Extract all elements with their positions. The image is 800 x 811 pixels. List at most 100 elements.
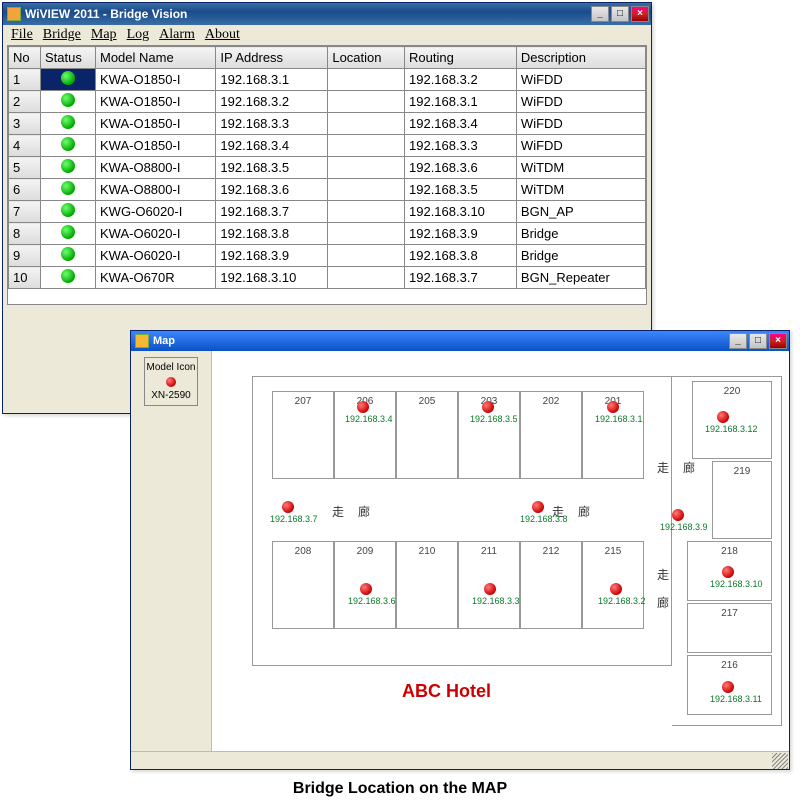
menu-about[interactable]: About [201, 27, 244, 43]
cell-model: KWA-O670R [96, 267, 216, 289]
table-row[interactable]: 3KWA-O1850-I192.168.3.3192.168.3.4WiFDD [9, 113, 646, 135]
cell-no: 6 [9, 179, 41, 201]
cell-location [328, 201, 405, 223]
cell-model: KWA-O8800-I [96, 179, 216, 201]
cell-description: WiTDM [516, 179, 645, 201]
bridge-node-icon[interactable] [672, 509, 684, 521]
status-online-icon [61, 71, 75, 85]
bridge-node-icon[interactable] [357, 401, 369, 413]
map-minimize-button[interactable]: _ [729, 333, 747, 349]
cell-routing: 192.168.3.2 [405, 69, 517, 91]
cell-model: KWA-O1850-I [96, 113, 216, 135]
bridge-node-icon[interactable] [607, 401, 619, 413]
room[interactable]: 220 [692, 381, 772, 459]
cell-routing: 192.168.3.3 [405, 135, 517, 157]
cell-no: 4 [9, 135, 41, 157]
map-canvas[interactable]: 走廊 走廊 走廊 走廊 ABC Hotel 207206205203202201… [211, 351, 789, 751]
cell-ip: 192.168.3.2 [216, 91, 328, 113]
table-row[interactable]: 8KWA-O6020-I192.168.3.8192.168.3.9Bridge [9, 223, 646, 245]
room[interactable]: 217 [687, 603, 772, 653]
table-row[interactable]: 2KWA-O1850-I192.168.3.2192.168.3.1WiFDD [9, 91, 646, 113]
bridge-node-label: 192.168.3.7 [270, 514, 318, 524]
column-header[interactable]: IP Address [216, 47, 328, 69]
cell-status [41, 179, 96, 201]
cell-model: KWA-O6020-I [96, 245, 216, 267]
table-row[interactable]: 5KWA-O8800-I192.168.3.5192.168.3.6WiTDM [9, 157, 646, 179]
legend-model: XN-2590 [147, 390, 196, 401]
resize-grip-icon[interactable] [772, 753, 788, 769]
bridge-node-icon[interactable] [610, 583, 622, 595]
menu-log[interactable]: Log [123, 27, 154, 43]
minimize-button[interactable]: _ [591, 6, 609, 22]
status-online-icon [61, 269, 75, 283]
cell-description: WiFDD [516, 69, 645, 91]
menu-bridge[interactable]: Bridge [39, 27, 85, 43]
cell-routing: 192.168.3.7 [405, 267, 517, 289]
menu-alarm[interactable]: Alarm [155, 27, 199, 43]
cell-no: 10 [9, 267, 41, 289]
close-button[interactable]: × [631, 6, 649, 22]
cell-ip: 192.168.3.7 [216, 201, 328, 223]
bridge-node-icon[interactable] [722, 681, 734, 693]
table-row[interactable]: 6KWA-O8800-I192.168.3.6192.168.3.5WiTDM [9, 179, 646, 201]
bridge-node-icon[interactable] [482, 401, 494, 413]
bridge-node-icon[interactable] [722, 566, 734, 578]
column-header[interactable]: Model Name [96, 47, 216, 69]
bridge-node-icon[interactable] [360, 583, 372, 595]
cell-status [41, 157, 96, 179]
room[interactable]: 212 [520, 541, 582, 629]
cell-status [41, 267, 96, 289]
table-row[interactable]: 4KWA-O1850-I192.168.3.4192.168.3.3WiFDD [9, 135, 646, 157]
legend-dot-icon [166, 377, 176, 387]
column-header[interactable]: Description [516, 47, 645, 69]
table-row[interactable]: 1KWA-O1850-I192.168.3.1192.168.3.2WiFDD [9, 69, 646, 91]
cell-description: WiFDD [516, 91, 645, 113]
cell-location [328, 91, 405, 113]
bridge-node-label: 192.168.3.4 [345, 414, 393, 424]
legend-title: Model Icon [147, 362, 196, 373]
app-icon [7, 7, 21, 21]
cell-description: BGN_AP [516, 201, 645, 223]
map-titlebar[interactable]: Map _ □ × [131, 331, 789, 351]
figure-caption: Bridge Location on the MAP [0, 780, 800, 798]
status-online-icon [61, 159, 75, 173]
cell-ip: 192.168.3.1 [216, 69, 328, 91]
column-header[interactable]: No [9, 47, 41, 69]
table-row[interactable]: 9KWA-O6020-I192.168.3.9192.168.3.8Bridge [9, 245, 646, 267]
table-row[interactable]: 7KWG-O6020-I192.168.3.7192.168.3.10BGN_A… [9, 201, 646, 223]
menu-map[interactable]: Map [87, 27, 121, 43]
room[interactable]: 219 [712, 461, 772, 539]
bridge-node-icon[interactable] [532, 501, 544, 513]
cell-location [328, 223, 405, 245]
cell-status [41, 91, 96, 113]
maximize-button[interactable]: □ [611, 6, 629, 22]
cell-description: Bridge [516, 245, 645, 267]
cell-location [328, 113, 405, 135]
map-close-button[interactable]: × [769, 333, 787, 349]
cell-status [41, 113, 96, 135]
status-online-icon [61, 115, 75, 129]
bridge-node-label: 192.168.3.10 [710, 579, 763, 589]
bridge-node-icon[interactable] [484, 583, 496, 595]
bridge-node-icon[interactable] [282, 501, 294, 513]
room[interactable]: 207 [272, 391, 334, 479]
map-maximize-button[interactable]: □ [749, 333, 767, 349]
status-online-icon [61, 203, 75, 217]
cell-description: WiFDD [516, 113, 645, 135]
room[interactable]: 210 [396, 541, 458, 629]
table-row[interactable]: 10KWA-O670R192.168.3.10192.168.3.7BGN_Re… [9, 267, 646, 289]
cell-no: 9 [9, 245, 41, 267]
room[interactable]: 208 [272, 541, 334, 629]
column-header[interactable]: Location [328, 47, 405, 69]
cell-status [41, 69, 96, 91]
menu-file[interactable]: File [7, 27, 37, 43]
cell-ip: 192.168.3.10 [216, 267, 328, 289]
bridge-grid[interactable]: NoStatusModel NameIP AddressLocationRout… [7, 45, 647, 305]
titlebar[interactable]: WiVIEW 2011 - Bridge Vision _ □ × [3, 3, 651, 25]
room[interactable]: 202 [520, 391, 582, 479]
column-header[interactable]: Routing [405, 47, 517, 69]
bridge-node-icon[interactable] [717, 411, 729, 423]
column-header[interactable]: Status [41, 47, 96, 69]
room[interactable]: 205 [396, 391, 458, 479]
cell-ip: 192.168.3.5 [216, 157, 328, 179]
